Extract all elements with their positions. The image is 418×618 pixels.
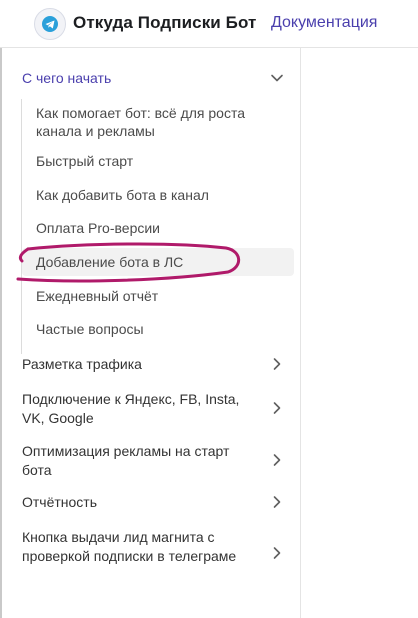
sidebar-item-label: Как добавить бота в канал	[36, 187, 209, 203]
category-getting-started[interactable]: С чего начать	[10, 64, 294, 92]
sidebar-item-label: Быстрый старт	[36, 153, 134, 169]
category-integrations[interactable]: Подключение к Яндекс, FB, Insta, VK, Goo…	[10, 388, 294, 428]
sidebar-item-label: Оплата Pro-версии	[36, 220, 160, 236]
getting-started-list: Как помогает бот: всё для роста канала и…	[21, 99, 296, 354]
sidebar-item-label: Ежедневный отчёт	[36, 288, 159, 304]
category-label: Кнопка выдачи лид магнита с проверкой по…	[22, 529, 237, 564]
sidebar-item-pro-payment[interactable]: Оплата Pro-версии	[22, 214, 294, 242]
sidebar-item-quick-start[interactable]: Быстрый старт	[22, 147, 294, 175]
category-label: Подключение к Яндекс, FB, Insta, VK, Goo…	[22, 391, 240, 426]
chevron-right-icon[interactable]	[270, 546, 284, 560]
sidebar-item-how-bot-helps[interactable]: Как помогает бот: всё для роста канала и…	[22, 101, 294, 141]
category-label: С чего начать	[22, 70, 112, 86]
category-label: Разметка трафика	[22, 356, 142, 372]
sidebar-item-label: Добавление бота в ЛС	[36, 254, 184, 270]
sidebar-item-label: Частые вопросы	[36, 321, 144, 337]
sidebar: С чего начать Как помогает бот: всё для …	[2, 48, 301, 618]
category-label: Оптимизация рекламы на старт бота	[22, 443, 230, 478]
category-ad-optimization[interactable]: Оптимизация рекламы на старт бота	[10, 440, 294, 480]
category-label: Отчётность	[22, 494, 98, 510]
sidebar-item-label: Как помогает бот: всё для роста канала и…	[36, 105, 246, 139]
sidebar-item-add-bot-channel[interactable]: Как добавить бота в канал	[22, 181, 294, 209]
telegram-icon	[42, 16, 58, 32]
sidebar-item-daily-report[interactable]: Ежедневный отчёт	[22, 282, 294, 310]
bot-logo[interactable]	[34, 8, 66, 40]
top-navbar: Откуда Подписки Бот Документация	[0, 0, 418, 48]
sidebar-item-faq[interactable]: Частые вопросы	[22, 315, 294, 343]
brand-title[interactable]: Откуда Подписки Бот	[73, 13, 257, 33]
chevron-right-icon[interactable]	[270, 495, 284, 509]
chevron-right-icon[interactable]	[270, 453, 284, 467]
chevron-right-icon[interactable]	[270, 357, 284, 371]
chevron-right-icon[interactable]	[270, 401, 284, 415]
category-reporting[interactable]: Отчётность	[10, 488, 294, 516]
docs-link[interactable]: Документация	[271, 14, 377, 32]
category-traffic-markup[interactable]: Разметка трафика	[10, 350, 294, 378]
category-lead-magnet[interactable]: Кнопка выдачи лид магнита с проверкой по…	[10, 524, 294, 584]
chevron-down-icon[interactable]	[270, 71, 284, 85]
sidebar-item-add-bot-dm[interactable]: Добавление бота в ЛС	[22, 248, 294, 276]
